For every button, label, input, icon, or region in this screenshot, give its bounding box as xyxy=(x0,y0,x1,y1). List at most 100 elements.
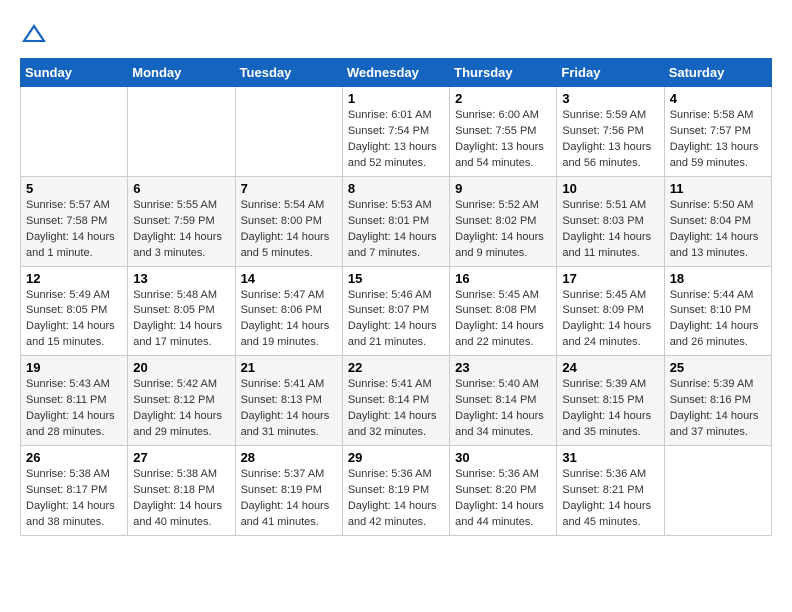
day-info: Sunrise: 6:01 AMSunset: 7:54 PMDaylight:… xyxy=(348,108,444,172)
weekday-header-sunday: Sunday xyxy=(21,59,128,87)
day-number: 9 xyxy=(455,181,551,196)
day-number: 13 xyxy=(133,271,229,286)
day-info: Sunrise: 5:43 AMSunset: 8:11 PMDaylight:… xyxy=(26,377,122,441)
calendar-cell: 23 Sunrise: 5:40 AMSunset: 8:14 PMDayligh… xyxy=(450,356,557,446)
calendar-cell: 14Sunrise: 5:47 AMSunset: 8:06 PMDayligh… xyxy=(235,266,342,356)
weekday-header-tuesday: Tuesday xyxy=(235,59,342,87)
day-number: 6 xyxy=(133,181,229,196)
day-info: Sunrise: 5:57 AMSunset: 7:58 PMDaylight:… xyxy=(26,198,122,262)
calendar-cell: 27 Sunrise: 5:38 AMSunset: 8:18 PMDayligh… xyxy=(128,446,235,536)
calendar-header: SundayMondayTuesdayWednesdayThursdayFrid… xyxy=(21,59,772,87)
day-number: 14 xyxy=(241,271,337,286)
day-info: Sunrise: 5:58 AMSunset: 7:57 PMDaylight:… xyxy=(670,108,766,172)
day-info: Sunrise: 5:53 AMSunset: 8:01 PMDaylight:… xyxy=(348,198,444,262)
calendar-cell: 26 Sunrise: 5:38 AMSunset: 8:17 PMDayligh… xyxy=(21,446,128,536)
calendar-cell: 6 Sunrise: 5:55 AMSunset: 7:59 PMDaylight… xyxy=(128,176,235,266)
calendar-cell: 1 Sunrise: 6:01 AMSunset: 7:54 PMDaylight… xyxy=(342,87,449,177)
day-info: Sunrise: 5:51 AMSunset: 8:03 PMDaylight:… xyxy=(562,198,658,262)
weekday-header-friday: Friday xyxy=(557,59,664,87)
calendar-cell: 29 Sunrise: 5:36 AMSunset: 8:19 PMDayligh… xyxy=(342,446,449,536)
day-number: 8 xyxy=(348,181,444,196)
calendar-cell: 12 Sunrise: 5:49 AMSunset: 8:05 PMDayligh… xyxy=(21,266,128,356)
calendar-cell: 13 Sunrise: 5:48 AMSunset: 8:05 PMDayligh… xyxy=(128,266,235,356)
day-info: Sunrise: 5:38 AMSunset: 8:18 PMDaylight:… xyxy=(133,467,229,531)
weekday-header-row: SundayMondayTuesdayWednesdayThursdayFrid… xyxy=(21,59,772,87)
day-number: 28 xyxy=(241,450,337,465)
day-info: Sunrise: 5:59 AMSunset: 7:56 PMDaylight:… xyxy=(562,108,658,172)
calendar-cell: 24 Sunrise: 5:39 AMSunset: 8:15 PMDayligh… xyxy=(557,356,664,446)
calendar-week-1: 1 Sunrise: 6:01 AMSunset: 7:54 PMDaylight… xyxy=(21,87,772,177)
calendar-cell: 2Sunrise: 6:00 AMSunset: 7:55 PMDaylight… xyxy=(450,87,557,177)
day-number: 21 xyxy=(241,360,337,375)
day-info: Sunrise: 5:41 AMSunset: 8:13 PMDaylight:… xyxy=(241,377,337,441)
day-number: 18 xyxy=(670,271,766,286)
day-info: Sunrise: 5:38 AMSunset: 8:17 PMDaylight:… xyxy=(26,467,122,531)
day-number: 29 xyxy=(348,450,444,465)
calendar-cell: 8 Sunrise: 5:53 AMSunset: 8:01 PMDaylight… xyxy=(342,176,449,266)
day-info: Sunrise: 5:46 AMSunset: 8:07 PMDaylight:… xyxy=(348,288,444,352)
calendar-cell: 30 Sunrise: 5:36 AMSunset: 8:20 PMDayligh… xyxy=(450,446,557,536)
day-number: 30 xyxy=(455,450,551,465)
logo xyxy=(20,20,52,48)
day-number: 17 xyxy=(562,271,658,286)
calendar-cell: 15Sunrise: 5:46 AMSunset: 8:07 PMDayligh… xyxy=(342,266,449,356)
day-number: 3 xyxy=(562,91,658,106)
day-number: 16 xyxy=(455,271,551,286)
calendar-table: SundayMondayTuesdayWednesdayThursdayFrid… xyxy=(20,58,772,536)
calendar-cell: 5 Sunrise: 5:57 AMSunset: 7:58 PMDaylight… xyxy=(21,176,128,266)
day-info: Sunrise: 5:36 AMSunset: 8:20 PMDaylight:… xyxy=(455,467,551,531)
day-number: 24 xyxy=(562,360,658,375)
day-number: 22 xyxy=(348,360,444,375)
day-info: Sunrise: 5:52 AMSunset: 8:02 PMDaylight:… xyxy=(455,198,551,262)
day-number: 20 xyxy=(133,360,229,375)
calendar-cell: 21 Sunrise: 5:41 AMSunset: 8:13 PMDayligh… xyxy=(235,356,342,446)
day-info: Sunrise: 5:50 AMSunset: 8:04 PMDaylight:… xyxy=(670,198,766,262)
weekday-header-monday: Monday xyxy=(128,59,235,87)
day-number: 27 xyxy=(133,450,229,465)
day-info: Sunrise: 5:37 AMSunset: 8:19 PMDaylight:… xyxy=(241,467,337,531)
day-info: Sunrise: 5:55 AMSunset: 7:59 PMDaylight:… xyxy=(133,198,229,262)
calendar-cell: 25 Sunrise: 5:39 AMSunset: 8:16 PMDayligh… xyxy=(664,356,771,446)
day-info: Sunrise: 5:41 AMSunset: 8:14 PMDaylight:… xyxy=(348,377,444,441)
calendar-cell: 10 Sunrise: 5:51 AMSunset: 8:03 PMDayligh… xyxy=(557,176,664,266)
day-number: 23 xyxy=(455,360,551,375)
day-info: Sunrise: 5:39 AMSunset: 8:15 PMDaylight:… xyxy=(562,377,658,441)
day-number: 10 xyxy=(562,181,658,196)
calendar-cell: 22 Sunrise: 5:41 AMSunset: 8:14 PMDayligh… xyxy=(342,356,449,446)
page-container: SundayMondayTuesdayWednesdayThursdayFrid… xyxy=(20,20,772,536)
weekday-header-wednesday: Wednesday xyxy=(342,59,449,87)
logo-icon xyxy=(20,20,48,48)
calendar-cell: 11Sunrise: 5:50 AMSunset: 8:04 PMDayligh… xyxy=(664,176,771,266)
day-info: Sunrise: 5:36 AMSunset: 8:19 PMDaylight:… xyxy=(348,467,444,531)
calendar-cell xyxy=(664,446,771,536)
day-number: 25 xyxy=(670,360,766,375)
calendar-week-5: 26 Sunrise: 5:38 AMSunset: 8:17 PMDayligh… xyxy=(21,446,772,536)
day-number: 7 xyxy=(241,181,337,196)
day-number: 31 xyxy=(562,450,658,465)
calendar-week-2: 5 Sunrise: 5:57 AMSunset: 7:58 PMDaylight… xyxy=(21,176,772,266)
day-info: Sunrise: 5:45 AMSunset: 8:08 PMDaylight:… xyxy=(455,288,551,352)
calendar-cell: 7Sunrise: 5:54 AMSunset: 8:00 PMDaylight… xyxy=(235,176,342,266)
calendar-cell: 17Sunrise: 5:45 AMSunset: 8:09 PMDayligh… xyxy=(557,266,664,356)
header xyxy=(20,20,772,48)
day-info: Sunrise: 5:48 AMSunset: 8:05 PMDaylight:… xyxy=(133,288,229,352)
weekday-header-saturday: Saturday xyxy=(664,59,771,87)
calendar-cell xyxy=(128,87,235,177)
calendar-cell xyxy=(235,87,342,177)
calendar-cell: 3 Sunrise: 5:59 AMSunset: 7:56 PMDaylight… xyxy=(557,87,664,177)
day-info: Sunrise: 5:39 AMSunset: 8:16 PMDaylight:… xyxy=(670,377,766,441)
day-info: Sunrise: 5:49 AMSunset: 8:05 PMDaylight:… xyxy=(26,288,122,352)
day-number: 2 xyxy=(455,91,551,106)
day-info: Sunrise: 5:40 AMSunset: 8:14 PMDaylight:… xyxy=(455,377,551,441)
day-info: Sunrise: 5:42 AMSunset: 8:12 PMDaylight:… xyxy=(133,377,229,441)
calendar-cell: 28 Sunrise: 5:37 AMSunset: 8:19 PMDayligh… xyxy=(235,446,342,536)
calendar-cell: 4 Sunrise: 5:58 AMSunset: 7:57 PMDaylight… xyxy=(664,87,771,177)
calendar-body: 1 Sunrise: 6:01 AMSunset: 7:54 PMDaylight… xyxy=(21,87,772,536)
day-number: 4 xyxy=(670,91,766,106)
day-number: 5 xyxy=(26,181,122,196)
calendar-week-4: 19Sunrise: 5:43 AMSunset: 8:11 PMDayligh… xyxy=(21,356,772,446)
calendar-cell xyxy=(21,87,128,177)
day-number: 12 xyxy=(26,271,122,286)
day-number: 26 xyxy=(26,450,122,465)
day-number: 1 xyxy=(348,91,444,106)
